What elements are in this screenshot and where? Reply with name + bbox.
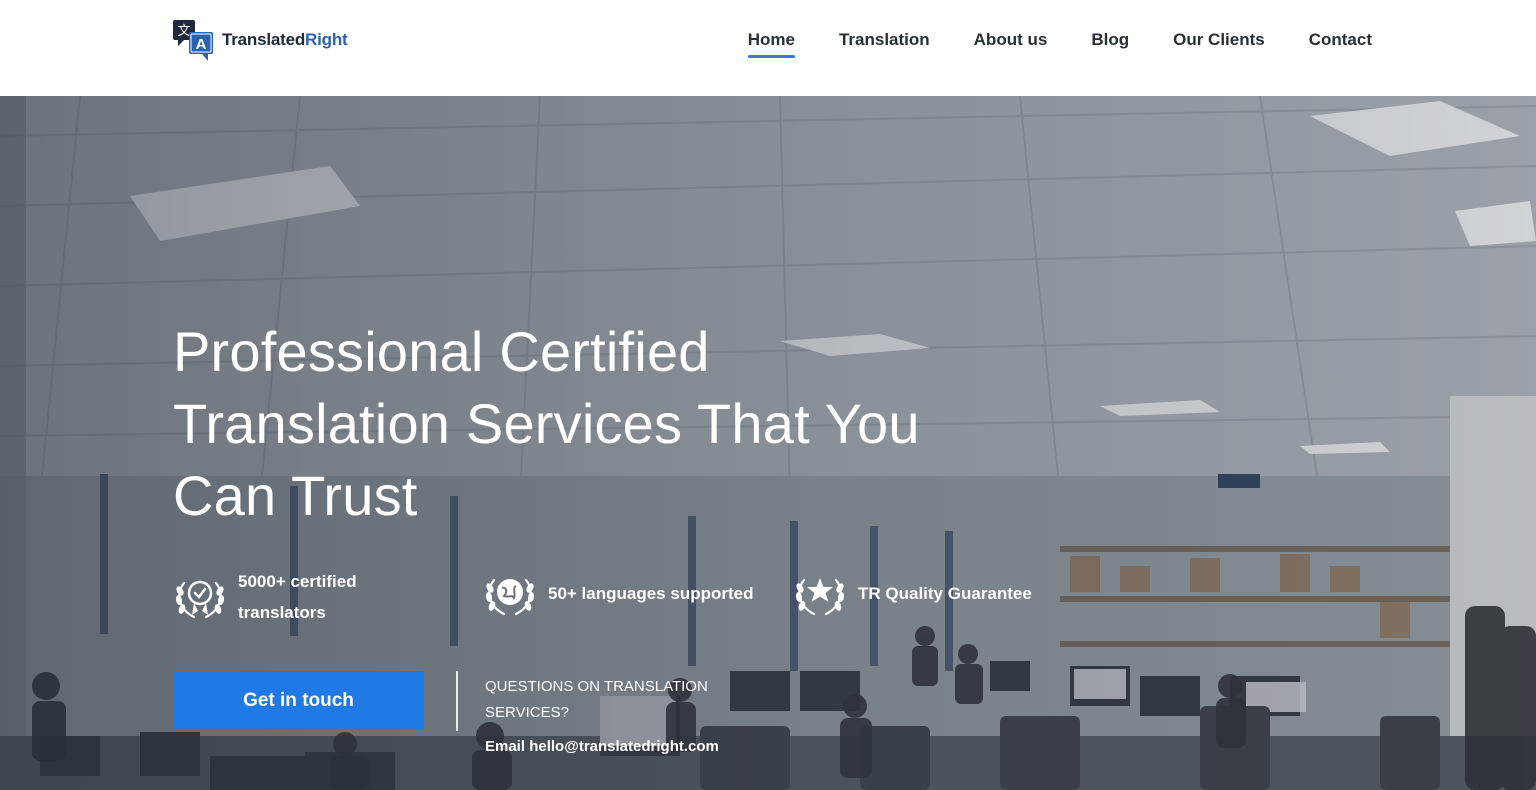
nav-contact[interactable]: Contact <box>1309 30 1372 58</box>
nav-our-clients[interactable]: Our Clients <box>1173 30 1265 58</box>
contact-email: Email hello@translatedright.com <box>485 738 719 755</box>
hero-section: Professional Certified Translation Servi… <box>0 96 1536 790</box>
get-in-touch-button[interactable]: Get in touch <box>173 671 424 730</box>
feature-line-1: 5000+ certified <box>238 572 357 591</box>
questions-line-1: QUESTIONS ON TRANSLATION <box>485 678 708 695</box>
svg-text:文: 文 <box>177 24 190 39</box>
brand-name-part2: Right <box>305 30 348 49</box>
laurel-check-badge-icon <box>175 580 225 619</box>
brand-logo[interactable]: 文 A TranslatedRight <box>172 18 348 62</box>
feature-languages-supported: 50+ languages supported <box>482 566 753 622</box>
laurel-star-icon <box>795 578 845 616</box>
feature-list: 5000+ certified translators 50+ language… <box>172 566 1072 626</box>
questions-text: QUESTIONS ON TRANSLATION SERVICES? <box>485 674 765 726</box>
headline-line-1: Professional Certified <box>173 320 710 383</box>
feature-line-1: 50+ languages supported <box>548 584 754 603</box>
laurel-globe-icon <box>485 578 535 616</box>
nav-home[interactable]: Home <box>747 30 796 58</box>
brand-name: TranslatedRight <box>222 30 348 50</box>
svg-text:A: A <box>196 36 207 53</box>
nav-blog[interactable]: Blog <box>1091 30 1129 58</box>
feature-quality-guarantee: TR Quality Guarantee <box>792 566 1032 622</box>
vertical-divider <box>456 671 458 731</box>
feature-text: 50+ languages supported <box>548 566 753 622</box>
main-navigation: Home Translation About us Blog Our Clien… <box>747 30 1372 58</box>
feature-certified-translators: 5000+ certified translators <box>172 566 357 628</box>
headline-line-2: Translation Services That You <box>173 392 920 455</box>
feature-line-1: TR Quality Guarantee <box>858 584 1032 603</box>
headline-line-3: Can Trust <box>173 464 418 527</box>
nav-translation[interactable]: Translation <box>839 30 930 58</box>
feature-text: 5000+ certified translators <box>238 566 357 628</box>
translation-logo-icon: 文 A <box>173 20 213 61</box>
site-header: 文 A TranslatedRight Home Translation Abo… <box>0 0 1536 96</box>
feature-line-2: translators <box>238 603 326 622</box>
questions-line-2: SERVICES? <box>485 704 569 721</box>
hero-headline: Professional Certified Translation Servi… <box>173 316 993 532</box>
nav-about-us[interactable]: About us <box>974 30 1048 58</box>
email-link[interactable]: hello@translatedright.com <box>529 738 719 755</box>
feature-text: TR Quality Guarantee <box>858 566 1032 622</box>
email-label: Email <box>485 738 526 755</box>
brand-name-part1: Translated <box>222 30 306 49</box>
